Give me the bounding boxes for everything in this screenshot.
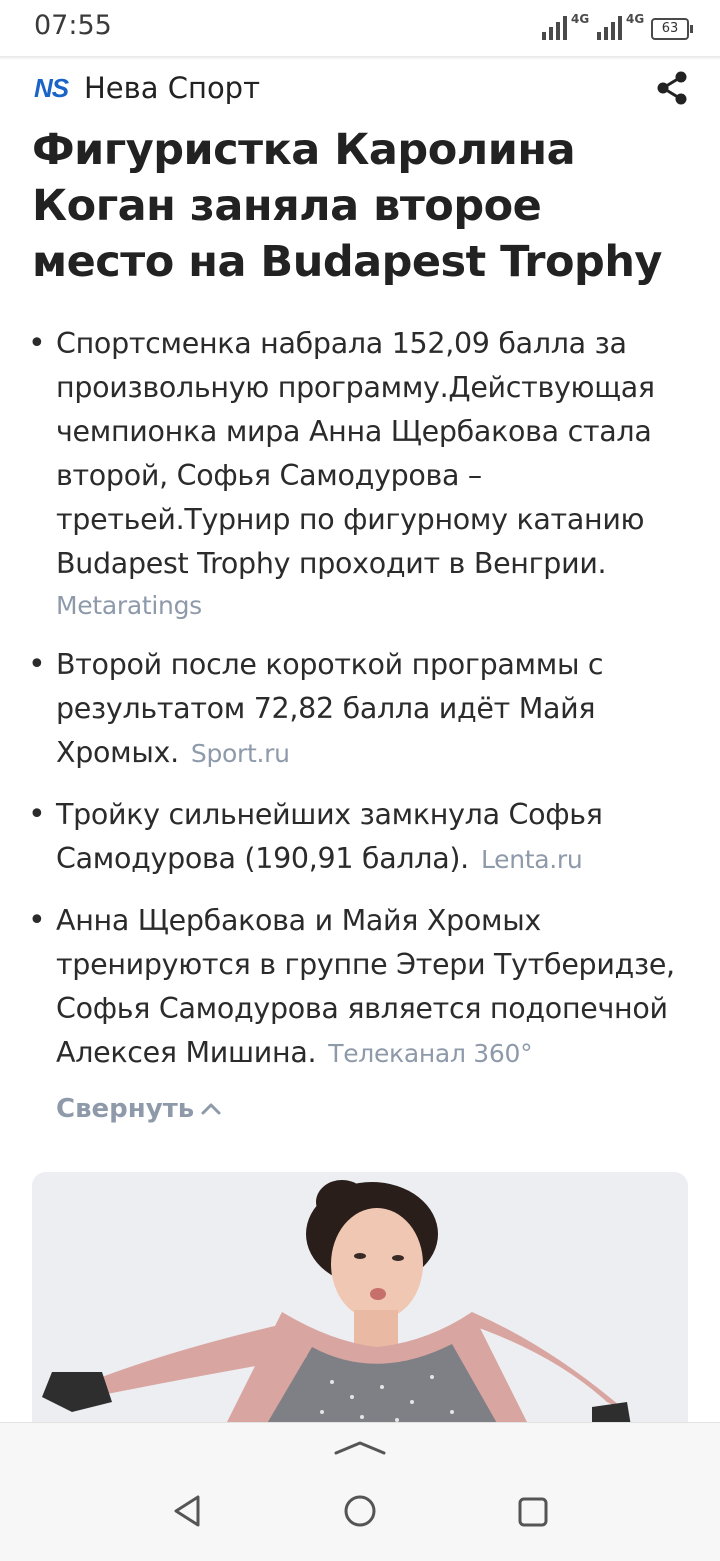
source-logo: NS xyxy=(34,72,69,103)
recents-icon[interactable] xyxy=(516,1495,550,1529)
source-link[interactable]: Телеканал 360° xyxy=(328,1039,532,1068)
chevron-up-icon xyxy=(201,1103,221,1115)
summary-list: Спортсменка набрала 152,09 балла за прои… xyxy=(28,322,688,1093)
system-nav-bar xyxy=(0,1422,720,1561)
collapse-label: Свернуть xyxy=(56,1094,195,1124)
header-divider xyxy=(0,56,720,60)
share-icon[interactable] xyxy=(652,68,692,108)
source-row[interactable]: NS Нева Спорт xyxy=(34,66,260,110)
back-icon[interactable] xyxy=(170,1493,206,1529)
battery-level: 63 xyxy=(661,21,679,36)
summary-item: Второй после короткой программы с резуль… xyxy=(28,643,688,776)
chevron-up-handle-icon[interactable] xyxy=(332,1437,388,1457)
home-icon[interactable] xyxy=(342,1493,378,1529)
article-title: Фигуристка Каролина Коган заняла второе … xyxy=(32,125,662,287)
status-time: 07:55 xyxy=(34,10,112,41)
battery-icon: 63 xyxy=(651,18,693,40)
source-link[interactable]: Metaratings xyxy=(56,586,688,626)
source-link[interactable]: Lenta.ru xyxy=(481,845,583,874)
network-type-2: 4G xyxy=(626,12,645,26)
source-link[interactable]: Sport.ru xyxy=(191,739,290,768)
collapse-button[interactable]: Свернуть xyxy=(56,1094,222,1124)
summary-item: Тройку сильнейших замкнула Софья Самодур… xyxy=(28,793,688,882)
summary-text: Спортсменка набрала 152,09 балла за прои… xyxy=(56,327,655,580)
summary-text: Второй после короткой программы с резуль… xyxy=(56,648,604,769)
network-type-1: 4G xyxy=(571,12,590,26)
article-photo[interactable] xyxy=(32,1172,688,1432)
source-name[interactable]: Нева Спорт xyxy=(84,71,260,105)
signal-icon xyxy=(542,14,567,40)
summary-item: Спортсменка набрала 152,09 балла за прои… xyxy=(28,322,688,626)
summary-item: Анна Щербакова и Майя Хромых тренируются… xyxy=(28,899,688,1076)
figure-skater-image xyxy=(32,1172,688,1432)
status-bar: 07:55 4G 4G 63 xyxy=(0,0,720,56)
signal-icon-2 xyxy=(597,14,622,40)
